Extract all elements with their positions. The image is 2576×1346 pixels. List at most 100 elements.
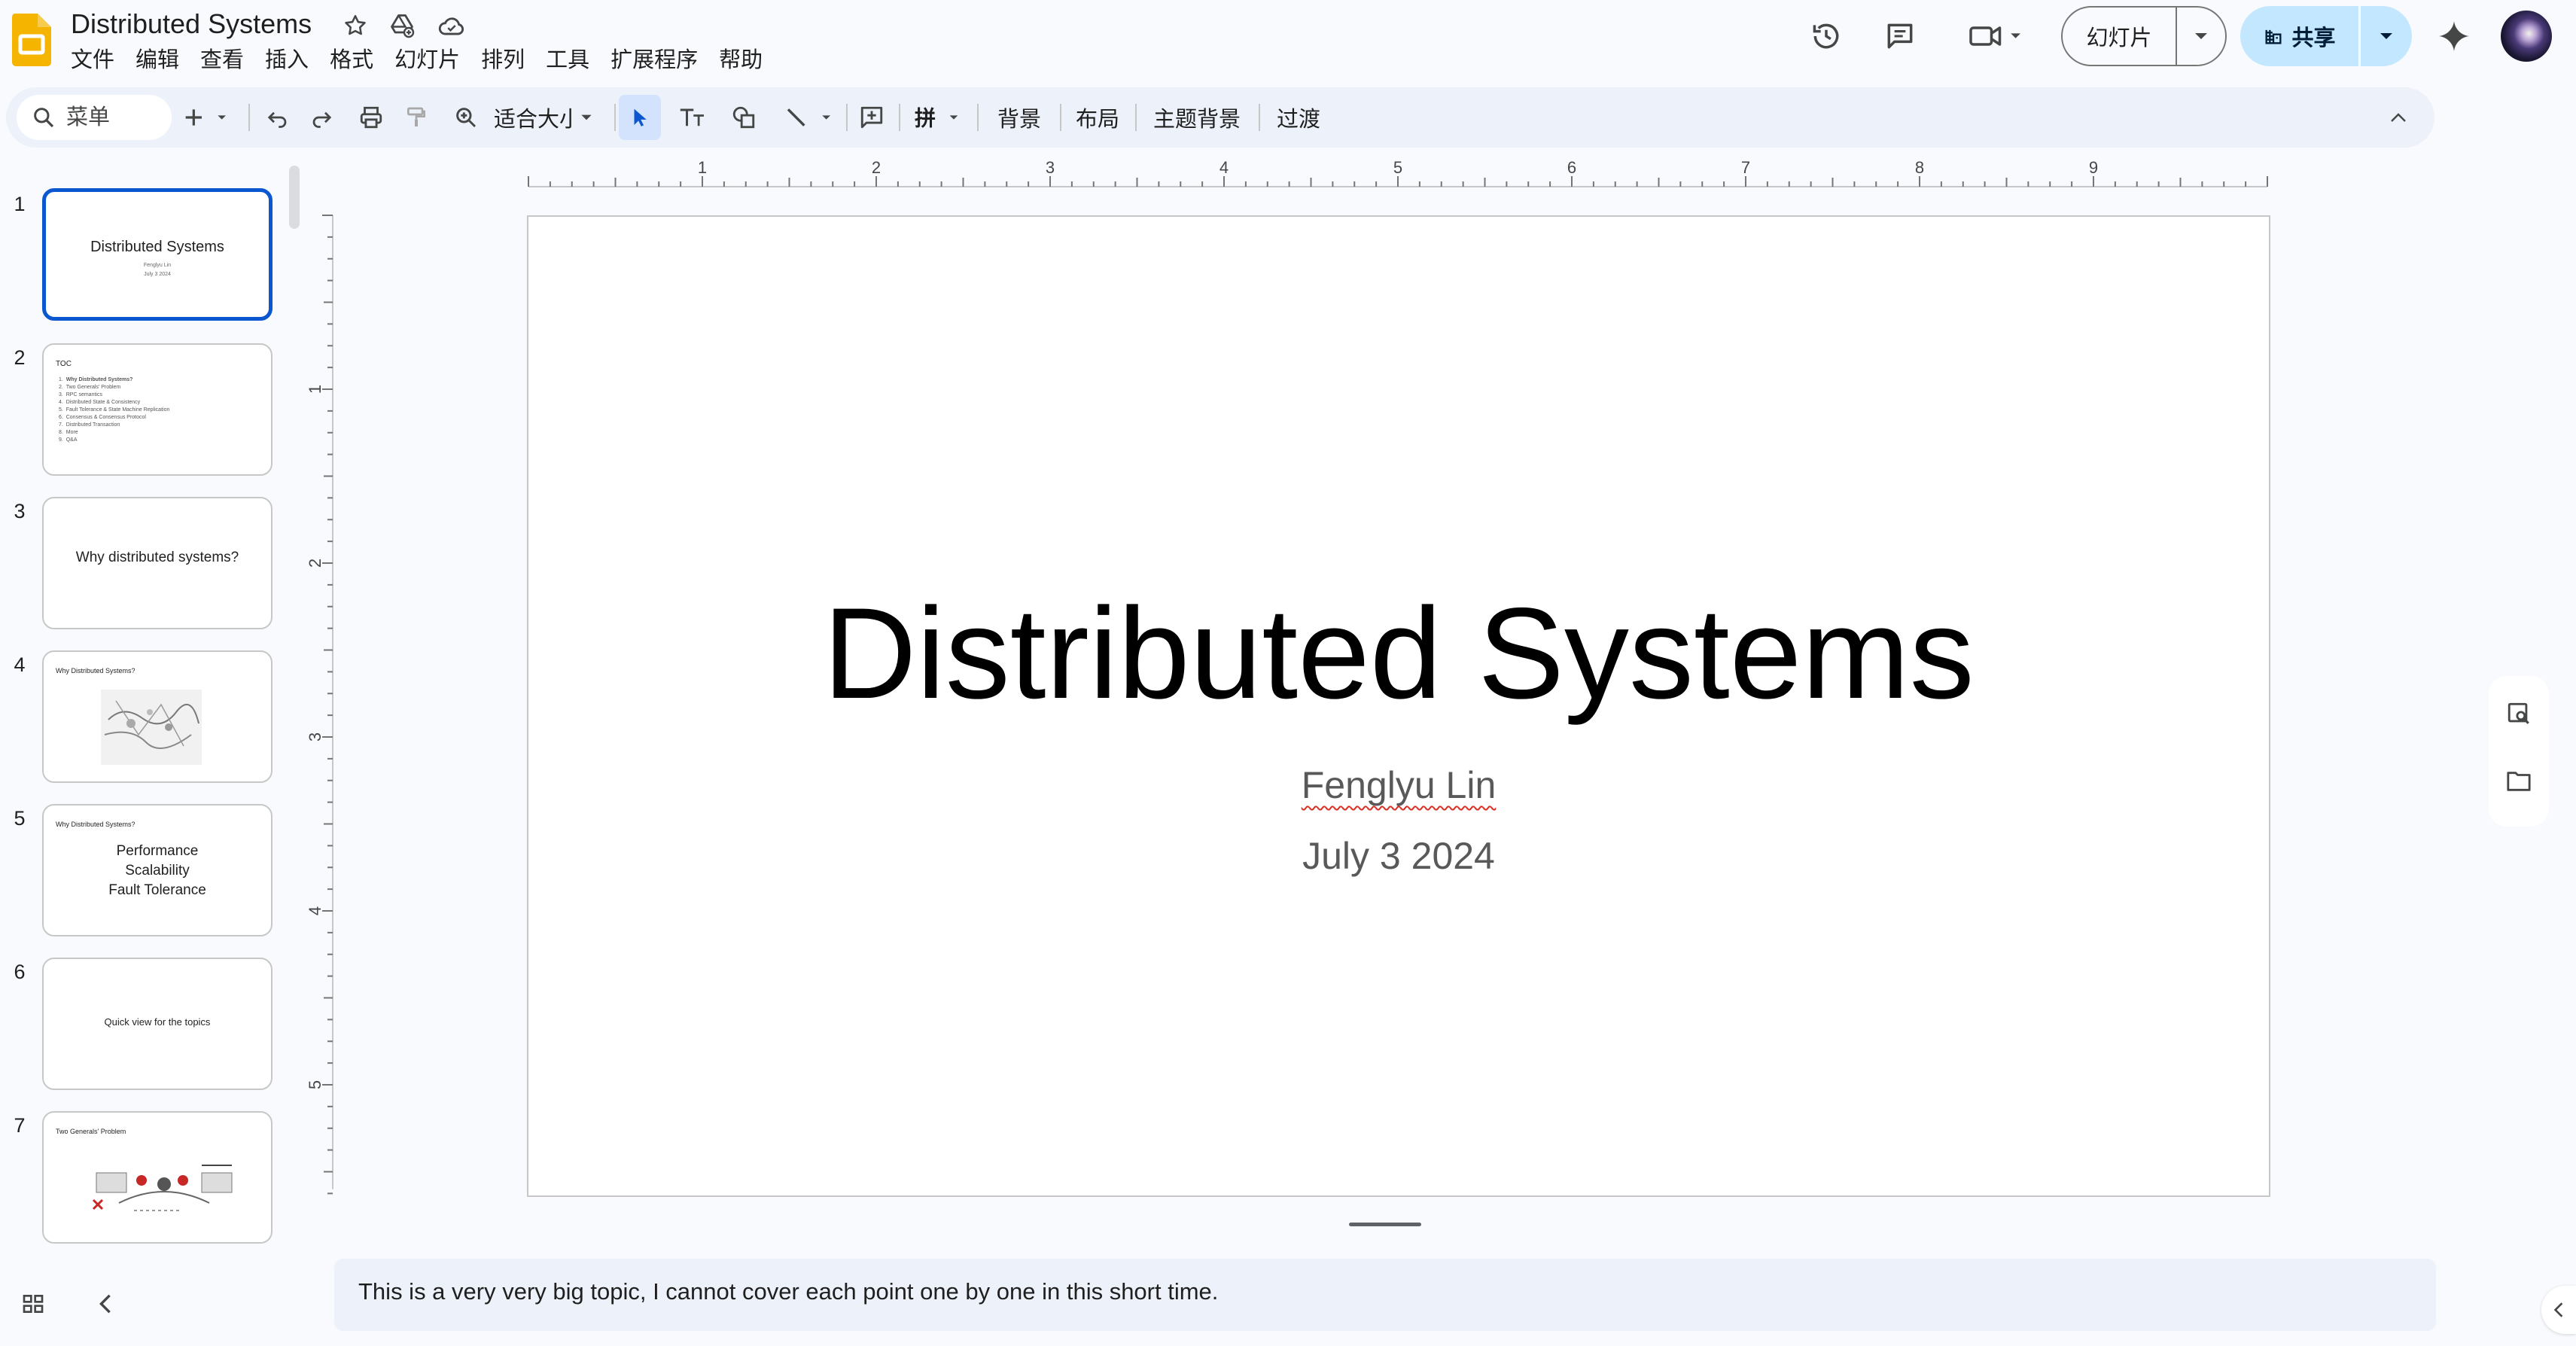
zoom-icon[interactable] — [447, 95, 485, 140]
thumb-title: Two Generals' Problem — [56, 1128, 126, 1135]
toc-item: 4. Distributed State & Consistency — [59, 400, 141, 405]
comments-icon[interactable] — [1879, 15, 1921, 57]
expand-side-panel-icon[interactable] — [2541, 1286, 2576, 1334]
select-tool-icon[interactable] — [619, 95, 661, 140]
ruler-label: 9 — [2089, 158, 2098, 177]
side-panel — [2489, 676, 2549, 827]
menu-file[interactable]: 文件 — [60, 42, 125, 78]
slide-thumbnail-5[interactable]: Why Distributed Systems? Performance Sca… — [42, 804, 273, 936]
shape-icon[interactable] — [723, 95, 765, 140]
divider — [899, 104, 900, 131]
thumb-title: Why Distributed Systems? — [56, 821, 135, 828]
toc-item: 1. Why Distributed Systems? — [59, 377, 133, 382]
zoom-select[interactable]: 适合大小 — [494, 95, 607, 140]
slide-thumbnail-2[interactable]: TOC 1. Why Distributed Systems? 2. Two G… — [42, 343, 273, 476]
toc-item: 9. Q&A — [59, 437, 78, 443]
svg-text:拼: 拼 — [915, 106, 936, 129]
keep-icon[interactable] — [2501, 696, 2537, 732]
input-tools-icon[interactable]: 拼 — [906, 95, 971, 140]
version-history-icon[interactable] — [1805, 15, 1847, 57]
redo-icon[interactable] — [303, 95, 340, 140]
ruler-label: 3 — [1046, 158, 1055, 177]
meet-icon[interactable] — [1962, 15, 2029, 57]
slide-title[interactable]: Distributed Systems — [528, 578, 2269, 729]
cloud-saved-icon[interactable] — [435, 9, 468, 42]
slide-thumbnail-1[interactable]: Distributed Systems Fenglyu Lin July 3 2… — [42, 188, 273, 321]
move-to-drive-icon[interactable] — [385, 9, 419, 42]
grid-view-icon[interactable] — [15, 1286, 51, 1322]
slide-filmstrip: 1 Distributed Systems Fenglyu Lin July 3… — [0, 166, 301, 1244]
text-box-icon[interactable] — [671, 95, 714, 140]
toc-item: 7. Distributed Transaction — [59, 422, 120, 428]
menu-extensions[interactable]: 扩展程序 — [600, 42, 708, 78]
toc-item: 2. Two Generals' Problem — [59, 385, 121, 390]
slides-logo-icon[interactable] — [12, 14, 51, 66]
slide-thumbnail-7[interactable]: Two Generals' Problem — [42, 1111, 273, 1244]
notes-resize-handle[interactable] — [1349, 1223, 1421, 1226]
speaker-notes[interactable]: This is a very very big topic, I cannot … — [334, 1259, 2436, 1331]
document-title[interactable]: Distributed Systems — [71, 6, 312, 42]
slideshow-button[interactable]: 幻灯片 — [2061, 6, 2227, 66]
thumb-line: Fault Tolerance — [108, 882, 206, 898]
slide-author[interactable]: Fenglyu Lin — [528, 759, 2269, 812]
ruler-label: 1 — [306, 385, 324, 394]
menu-arrange[interactable]: 排列 — [470, 42, 535, 78]
new-slide-button[interactable] — [176, 95, 239, 140]
undo-icon[interactable] — [259, 95, 297, 140]
menu-help[interactable]: 帮助 — [708, 42, 773, 78]
slide-number: 6 — [14, 961, 26, 983]
background-button[interactable]: 背景 — [985, 95, 1054, 140]
theme-button[interactable]: 主题背景 — [1141, 95, 1253, 140]
menu-insert[interactable]: 插入 — [254, 42, 319, 78]
thumb-title: Why distributed systems? — [75, 550, 239, 565]
slide-number: 5 — [14, 807, 26, 830]
ruler-label: 2 — [306, 559, 324, 568]
toolbar: 适合大小 拼 背景 布局 主题背景 过渡 — [6, 87, 2434, 148]
ruler-label: 6 — [1567, 158, 1576, 177]
share-main[interactable]: 共享 — [2240, 6, 2361, 66]
slide-thumbnail-6[interactable]: Quick view for the topics — [42, 958, 273, 1090]
slide-canvas[interactable]: Distributed Systems Fenglyu Lin July 3 2… — [527, 215, 2270, 1197]
thumb-toc-list: 1. Why Distributed Systems? 2. Two Gener… — [59, 376, 169, 444]
thumb-title: Why Distributed Systems? — [56, 667, 135, 675]
divider — [1259, 104, 1260, 131]
ruler-label: 8 — [1915, 158, 1924, 177]
star-icon[interactable] — [339, 9, 372, 42]
menu-search-input[interactable] — [66, 105, 157, 130]
slide-thumbnail-4[interactable]: Why Distributed Systems? — [42, 650, 273, 783]
paint-format-icon[interactable] — [397, 95, 435, 140]
slide-date[interactable]: July 3 2024 — [528, 830, 2269, 882]
folder-icon[interactable] — [2501, 763, 2537, 799]
gemini-icon[interactable] — [2433, 15, 2475, 57]
vertical-ruler: 1 2 3 4 5 — [306, 215, 333, 1195]
menu-edit[interactable]: 编辑 — [125, 42, 190, 78]
share-label: 共享 — [2291, 26, 2336, 50]
print-icon[interactable] — [352, 95, 390, 140]
line-tool-icon[interactable] — [777, 95, 842, 140]
collapse-toolbar-icon[interactable] — [2377, 95, 2419, 140]
share-dropdown-icon[interactable] — [2361, 6, 2412, 66]
slideshow-dropdown-icon[interactable] — [2177, 8, 2225, 65]
add-comment-icon[interactable] — [851, 95, 893, 140]
divider — [1060, 104, 1061, 131]
search-icon — [34, 108, 54, 128]
menu-slide[interactable]: 幻灯片 — [384, 42, 470, 78]
slide-number: 4 — [14, 653, 26, 676]
slideshow-label[interactable]: 幻灯片 — [2063, 8, 2177, 65]
share-button[interactable]: 共享 — [2240, 6, 2412, 66]
divider — [846, 104, 848, 131]
account-avatar[interactable] — [2501, 11, 2552, 62]
menu-format[interactable]: 格式 — [319, 42, 384, 78]
layout-button[interactable]: 布局 — [1066, 95, 1129, 140]
collapse-filmstrip-icon[interactable] — [87, 1286, 123, 1322]
menu-view[interactable]: 查看 — [190, 42, 254, 78]
toc-item: 5. Fault Tolerance & State Machine Repli… — [59, 407, 170, 413]
transition-button[interactable]: 过渡 — [1265, 95, 1332, 140]
menu-tools[interactable]: 工具 — [535, 42, 600, 78]
filmstrip-scrollbar[interactable] — [289, 166, 300, 229]
divider — [1135, 104, 1137, 131]
toc-item: 6. Consensus & Consensus Protocol — [59, 415, 146, 420]
thumb-title: Quick view for the topics — [104, 1016, 211, 1028]
menu-search-box[interactable] — [17, 95, 172, 140]
slide-thumbnail-3[interactable]: Why distributed systems? — [42, 497, 273, 629]
